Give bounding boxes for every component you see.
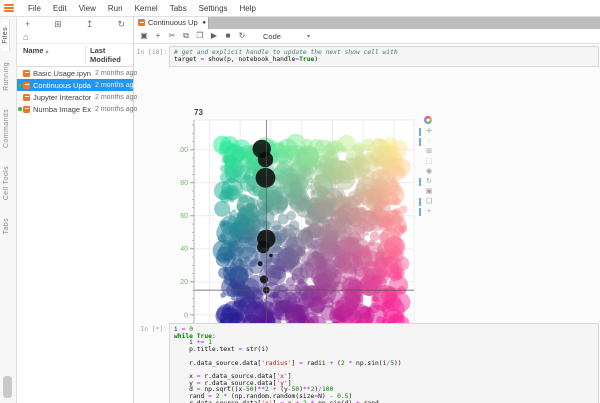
restart-kernel-icon[interactable]: ↻ bbox=[235, 31, 249, 41]
sidebar-tab-running[interactable]: Running bbox=[3, 55, 10, 98]
main-area: Continuous Up ● ▣+✂⧉❐▶■↻ Code ▾ In [18]:… bbox=[134, 16, 600, 403]
upload-icon[interactable]: ↥ bbox=[86, 19, 94, 29]
kernel-running-dot-icon bbox=[18, 83, 22, 87]
file-name: Continuous Updating... bbox=[33, 81, 91, 90]
svg-text:60: 60 bbox=[180, 213, 188, 220]
new-folder-icon[interactable]: ⊞ bbox=[54, 19, 62, 29]
cell-prompt: In [18]: bbox=[134, 46, 169, 67]
save-icon[interactable]: ▣ bbox=[137, 31, 151, 41]
notebook-file-icon bbox=[23, 70, 30, 77]
dock-tab-bar: Continuous Up ● bbox=[134, 16, 600, 30]
add-cell-icon[interactable]: + bbox=[151, 31, 165, 41]
column-header-name[interactable]: Name ▴ bbox=[17, 46, 85, 64]
menu-run[interactable]: Run bbox=[102, 4, 129, 13]
code-cell[interactable]: In [18]:# get and explicit handle to upd… bbox=[134, 46, 600, 67]
file-list-header: Name ▴ Last Modified bbox=[17, 44, 133, 67]
menu-view[interactable]: View bbox=[73, 4, 102, 13]
menu-bar: FileEditViewRunKernelTabsSettingsHelp bbox=[0, 0, 600, 17]
code-cell[interactable]: In [*]:i = 0while True: i += 1 p.title.t… bbox=[134, 323, 600, 403]
kernel-running-dot-icon bbox=[18, 107, 22, 111]
cell-prompt: In [*]: bbox=[134, 323, 169, 403]
sidebar-tab-files[interactable]: Files bbox=[2, 20, 10, 51]
reset-tool[interactable]: ↻ bbox=[421, 177, 437, 187]
menu-items: FileEditViewRunKernelTabsSettingsHelp bbox=[22, 4, 262, 13]
file-modified: 2 months ago bbox=[91, 94, 137, 101]
sidebar-tab-tabs[interactable]: Tabs bbox=[3, 211, 10, 241]
notebook-file-icon bbox=[23, 82, 30, 89]
notebook-file-icon bbox=[23, 106, 30, 113]
lasso-select-tool[interactable]: ◌ bbox=[421, 137, 437, 147]
file-modified: 2 months ago bbox=[91, 106, 137, 113]
notebook-toolbar: ▣+✂⧉❐▶■↻ Code ▾ bbox=[134, 29, 600, 44]
cell-editor[interactable]: i = 0while True: i += 1 p.title.text = s… bbox=[169, 323, 599, 403]
bokeh-toolbar: ✛◌⊞⬚◉↻▣❑+ bbox=[421, 116, 437, 217]
stop-kernel-icon[interactable]: ■ bbox=[221, 31, 235, 41]
sidebar-tab-strip: Files Running Commands Cell Tools Tabs bbox=[0, 16, 17, 403]
notebook-content: In [18]:# get and explicit handle to upd… bbox=[134, 44, 600, 403]
run-cell-icon[interactable]: ▶ bbox=[207, 31, 221, 41]
sort-caret-icon: ▴ bbox=[46, 49, 49, 55]
home-icon[interactable]: ⌂ bbox=[23, 32, 28, 42]
file-name: Numba Image Examp... bbox=[33, 105, 91, 114]
notebook-tab-label: Continuous Up bbox=[148, 18, 200, 27]
file-list-item[interactable]: Basic Usage.ipynb2 months ago bbox=[17, 67, 133, 79]
hover-tool[interactable]: ❑ bbox=[421, 197, 437, 207]
copy-cells-icon[interactable]: ⧉ bbox=[179, 31, 193, 41]
pan-tool[interactable]: ✛ bbox=[421, 127, 437, 137]
unsaved-changes-dot-icon[interactable]: ● bbox=[202, 20, 206, 26]
menu-settings[interactable]: Settings bbox=[193, 4, 234, 13]
file-name: Jupyter Interactors.ip... bbox=[33, 93, 91, 102]
file-list-item[interactable]: Continuous Updating...2 months ago bbox=[17, 79, 133, 91]
file-list-item[interactable]: Numba Image Examp...2 months ago bbox=[17, 103, 133, 115]
file-browser-toolbar: + ⊞ ↥ ↻ bbox=[17, 16, 133, 31]
svg-text:40: 40 bbox=[180, 246, 188, 253]
sidebar-tab-cell-tools[interactable]: Cell Tools bbox=[3, 159, 10, 207]
menu-edit[interactable]: Edit bbox=[47, 4, 73, 13]
menu-kernel[interactable]: Kernel bbox=[129, 4, 164, 13]
menu-tabs[interactable]: Tabs bbox=[164, 4, 193, 13]
notebook-tab[interactable]: Continuous Up ● bbox=[134, 16, 209, 29]
notebook-file-icon bbox=[23, 94, 30, 101]
file-modified: 2 months ago bbox=[91, 70, 137, 77]
jupyterlab-window: FileEditViewRunKernelTabsSettingsHelp Fi… bbox=[0, 0, 600, 403]
column-header-last-modified[interactable]: Last Modified bbox=[85, 46, 133, 64]
svg-text:20: 20 bbox=[180, 279, 188, 286]
chevron-down-icon: ▾ bbox=[307, 33, 310, 40]
file-list-item[interactable]: Jupyter Interactors.ip...2 months ago bbox=[17, 91, 133, 103]
crosshair-tool[interactable]: + bbox=[421, 207, 437, 217]
new-launcher-icon[interactable]: + bbox=[25, 19, 30, 29]
cell-editor[interactable]: # get and explicit handle to update the … bbox=[169, 46, 599, 67]
sidebar-scrollbar-thumb[interactable] bbox=[3, 376, 12, 398]
cut-cells-icon[interactable]: ✂ bbox=[165, 31, 179, 41]
svg-text:0: 0 bbox=[184, 312, 188, 319]
file-modified: 2 months ago bbox=[91, 82, 137, 89]
file-name: Basic Usage.ipynb bbox=[33, 69, 91, 78]
jupyter-menu-icon[interactable] bbox=[4, 4, 14, 12]
wheel-zoom-tool[interactable]: ◉ bbox=[421, 167, 437, 177]
refresh-icon[interactable]: ↻ bbox=[117, 19, 125, 29]
sidebar-tab-commands[interactable]: Commands bbox=[3, 102, 10, 155]
cell-type-dropdown[interactable]: Code bbox=[263, 32, 281, 41]
menu-file[interactable]: File bbox=[22, 4, 47, 13]
breadcrumb[interactable]: ⌂ bbox=[17, 31, 133, 44]
plot-title: 73 bbox=[194, 108, 203, 117]
paste-cells-icon[interactable]: ❐ bbox=[193, 31, 207, 41]
box-zoom-tool[interactable]: ⊞ bbox=[421, 147, 437, 157]
box-select-tool[interactable]: ⬚ bbox=[421, 157, 437, 167]
file-browser-panel: + ⊞ ↥ ↻ ⌂ Name ▴ Last Modified Basic Usage.… bbox=[17, 16, 134, 403]
notebook-icon bbox=[138, 19, 145, 26]
svg-text:100: 100 bbox=[179, 147, 188, 154]
save-tool[interactable]: ▣ bbox=[421, 187, 437, 197]
bokeh-logo-icon[interactable] bbox=[424, 116, 432, 124]
menu-help[interactable]: Help bbox=[234, 4, 262, 13]
svg-text:80: 80 bbox=[180, 180, 188, 187]
